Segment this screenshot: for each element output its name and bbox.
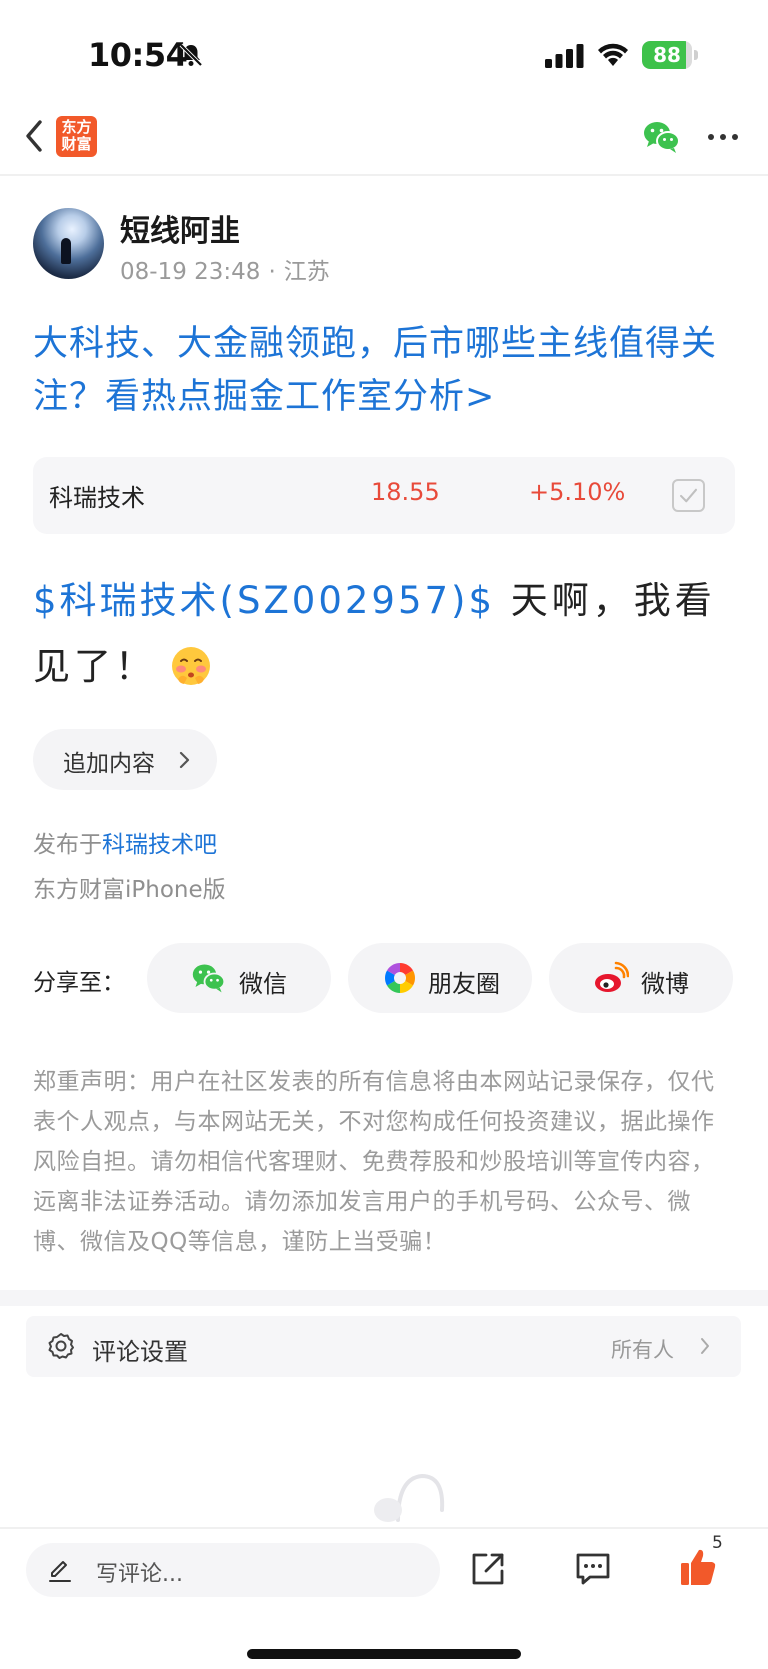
post-datetime: 08-19 23:48 <box>120 259 261 285</box>
pen-icon <box>49 1561 71 1582</box>
published-in: 发布于科瑞技术吧 <box>33 825 217 859</box>
battery-tip <box>694 50 698 60</box>
moments-icon <box>384 963 416 993</box>
logo-line-2: 财富 <box>61 135 92 153</box>
wechat-icon[interactable] <box>642 118 682 156</box>
nav-bar: 东方 财富 <box>0 100 768 176</box>
gear-icon <box>48 1333 74 1359</box>
status-bar: 10:54 88 <box>0 0 768 100</box>
stock-price: 18.55 <box>371 478 440 506</box>
comment-icon[interactable] <box>574 1551 612 1587</box>
stock-card[interactable]: 科瑞技术 18.55 +5.10% <box>33 457 735 534</box>
meta-separator: · <box>268 259 276 285</box>
disclaimer: 郑重声明：用户在社区发表的所有信息将由本网站记录保存，仅代表个人观点，与本网站无… <box>33 1069 715 1255</box>
author-meta: 08-19 23:48 · 江苏 <box>120 252 330 286</box>
comment-settings-label: 评论设置 <box>92 1338 188 1366</box>
comment-input[interactable]: 写评论... <box>26 1543 440 1597</box>
battery-icon: 88 <box>642 41 698 69</box>
comment-settings-value: 所有人 <box>611 1338 674 1362</box>
published-prefix: 发布于 <box>33 832 102 858</box>
more-icon[interactable] <box>706 118 740 156</box>
avatar[interactable] <box>33 208 104 279</box>
post-body: $科瑞技术(SZ002957)$ 天啊，我看见了！ <box>33 568 738 700</box>
logo-line-1: 东方 <box>61 118 92 136</box>
platform-label: 东方财富iPhone版 <box>33 877 226 903</box>
empty-comments-illustration <box>374 1473 445 1522</box>
share-icon[interactable] <box>470 1551 506 1587</box>
comment-placeholder: 写评论... <box>96 1562 183 1587</box>
forum-link[interactable]: 科瑞技术吧 <box>102 832 217 858</box>
bell-off-icon <box>179 43 203 67</box>
wifi-icon <box>598 43 628 66</box>
stock-mention-link[interactable]: $科瑞技术(SZ002957)$ <box>33 579 495 622</box>
share-wechat-label: 微信 <box>239 970 287 998</box>
wechat-icon <box>192 964 226 993</box>
status-time: 10:54 <box>88 36 188 74</box>
chevron-right-icon <box>701 1338 709 1354</box>
add-content-label: 追加内容 <box>63 751 155 777</box>
battery-body: 88 <box>642 41 692 69</box>
share-weibo-button[interactable]: 微博 <box>549 943 733 1013</box>
share-weibo-label: 微博 <box>641 970 689 998</box>
brand-logo[interactable]: 东方 财富 <box>56 116 97 157</box>
post-location: 江苏 <box>283 259 330 285</box>
watchlist-checkbox-icon[interactable] <box>672 479 705 512</box>
thumbs-up-icon[interactable] <box>679 1547 717 1587</box>
avatar-figure <box>61 238 71 264</box>
battery-percent: 88 <box>653 43 681 67</box>
author-name[interactable]: 短线阿韭 <box>120 206 240 250</box>
share-wechat-button[interactable]: 微信 <box>147 943 331 1013</box>
stock-name: 科瑞技术 <box>49 484 145 512</box>
headline-link[interactable]: 大科技、大金融领跑，后市哪些主线值得关注？看热点掘金工作室分析> <box>33 318 738 424</box>
share-moments-label: 朋友圈 <box>428 970 500 998</box>
chevron-right-icon <box>179 751 190 769</box>
home-indicator <box>247 1649 521 1659</box>
bottom-bar: 写评论... 5 <box>0 1527 768 1669</box>
blushing-emoji-icon <box>172 647 210 685</box>
section-divider <box>0 1290 768 1306</box>
add-content-button[interactable]: 追加内容 <box>33 729 217 790</box>
comment-settings-row[interactable]: 评论设置 所有人 <box>26 1316 741 1377</box>
share-label: 分享至： <box>33 970 125 996</box>
share-moments-button[interactable]: 朋友圈 <box>348 943 532 1013</box>
signal-icon <box>545 44 584 68</box>
like-count: 5 <box>712 1533 723 1553</box>
back-icon[interactable] <box>20 114 60 158</box>
weibo-icon <box>595 961 629 992</box>
stock-change: +5.10% <box>529 478 626 506</box>
